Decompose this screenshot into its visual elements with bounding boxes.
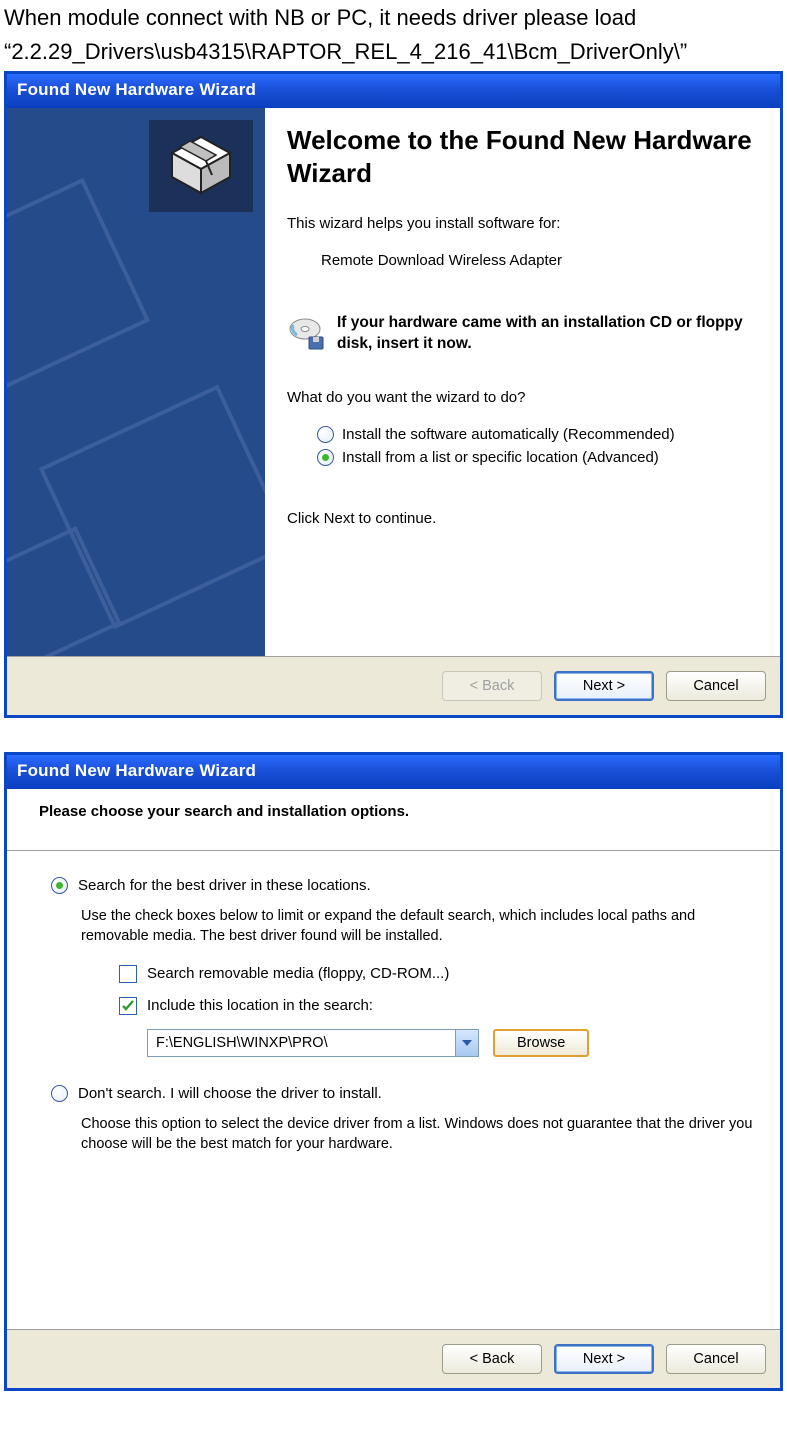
chevron-down-icon [462, 1040, 472, 1046]
dialog1-button-row: < Back Next > Cancel [7, 656, 780, 715]
radio-search-best[interactable]: Search for the best driver in these loca… [51, 877, 756, 894]
checkbox-location-label: Include this location in the search: [147, 997, 373, 1014]
wizard-side-graphic [7, 108, 265, 656]
checkbox-removable[interactable]: Search removable media (floppy, CD-ROM..… [119, 965, 756, 983]
radio-list-install[interactable]: Install from a list or specific location… [317, 449, 762, 466]
hardware-wizard-dialog-1: Found New Hardware Wizard Welcome to the… [4, 71, 783, 718]
path-input[interactable] [148, 1030, 455, 1056]
radio-dont-search-label: Don't search. I will choose the driver t… [78, 1085, 382, 1102]
wizard-intro-text: This wizard helps you install software f… [287, 215, 762, 232]
intro-line2: “2.2.29_Drivers\usb4315\RAPTOR_REL_4_216… [4, 38, 783, 66]
dialog2-button-row: < Back Next > Cancel [7, 1329, 780, 1388]
checkbox-icon [119, 997, 137, 1015]
hardware-wizard-dialog-2: Found New Hardware Wizard Please choose … [4, 752, 783, 1391]
checkbox-include-location[interactable]: Include this location in the search: [119, 997, 756, 1015]
cancel-button[interactable]: Cancel [666, 1344, 766, 1374]
dialog2-title-bar: Found New Hardware Wizard [7, 755, 780, 789]
radio-dont-search[interactable]: Don't search. I will choose the driver t… [51, 1085, 756, 1102]
radio-list-label: Install from a list or specific location… [342, 449, 659, 466]
next-button[interactable]: Next > [554, 1344, 654, 1374]
radio-icon [51, 1085, 68, 1102]
path-combobox[interactable] [147, 1029, 479, 1057]
radio-icon [317, 449, 334, 466]
back-button[interactable]: < Back [442, 1344, 542, 1374]
checkbox-icon [119, 965, 137, 983]
radio-search-label: Search for the best driver in these loca… [78, 877, 371, 894]
back-button: < Back [442, 671, 542, 701]
dont-search-desc: Choose this option to select the device … [81, 1114, 756, 1155]
insert-cd-text: If your hardware came with an installati… [337, 313, 762, 355]
dialog2-header: Please choose your search and installati… [7, 789, 780, 851]
checkbox-removable-label: Search removable media (floppy, CD-ROM..… [147, 965, 449, 982]
search-desc: Use the check boxes below to limit or ex… [81, 906, 756, 947]
radio-auto-label: Install the software automatically (Reco… [342, 426, 675, 443]
cancel-button[interactable]: Cancel [666, 671, 766, 701]
intro-line1: When module connect with NB or PC, it ne… [4, 4, 783, 32]
wizard-heading: Welcome to the Found New Hardware Wizard [287, 124, 762, 189]
next-button[interactable]: Next > [554, 671, 654, 701]
cd-icon [287, 313, 327, 353]
combo-dropdown-button[interactable] [455, 1030, 478, 1056]
hardware-box-icon [149, 120, 253, 212]
dialog1-title-bar: Found New Hardware Wizard [7, 74, 780, 108]
click-next-text: Click Next to continue. [287, 510, 762, 527]
device-name: Remote Download Wireless Adapter [321, 252, 762, 269]
what-do-text: What do you want the wizard to do? [287, 389, 762, 406]
radio-auto-install[interactable]: Install the software automatically (Reco… [317, 426, 762, 443]
browse-button[interactable]: Browse [493, 1029, 589, 1057]
radio-icon [51, 877, 68, 894]
radio-icon [317, 426, 334, 443]
